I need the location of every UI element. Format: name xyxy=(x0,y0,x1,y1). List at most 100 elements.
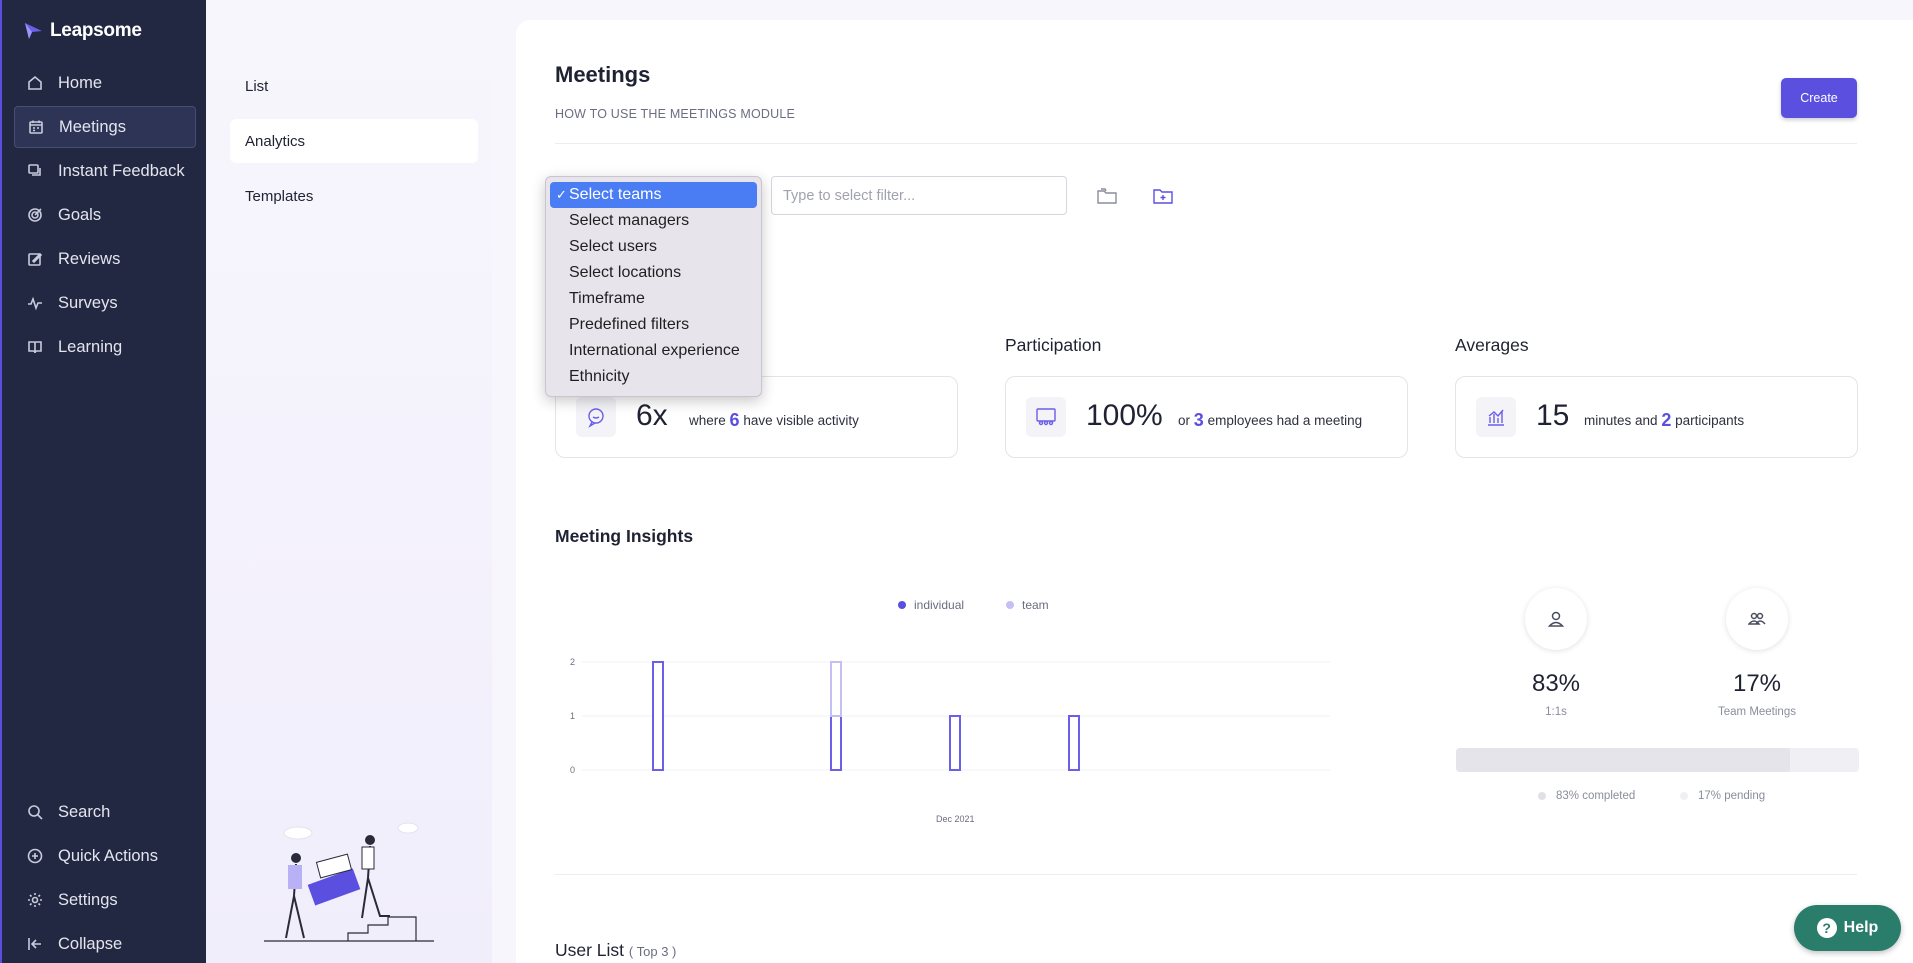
x-axis-label: Dec 2021 xyxy=(936,814,975,824)
leapsome-logo[interactable]: Leapsome xyxy=(24,20,142,42)
bar-individual xyxy=(652,661,664,771)
averages-stat-card: 15 minutes and 2 participants xyxy=(1455,376,1858,458)
add-folder-icon[interactable] xyxy=(1149,182,1177,210)
meeting-insights-chart: 0 1 2 Dec 2021 xyxy=(570,657,1330,824)
stat-prefix: minutes and xyxy=(1584,413,1658,428)
sidebar-item-meetings[interactable]: Meetings xyxy=(14,106,196,148)
subnav-item-list[interactable]: List xyxy=(230,64,478,108)
dropdown-option-label: Predefined filters xyxy=(569,316,690,333)
sub-navigation: List Analytics Templates xyxy=(206,0,492,963)
stat-value: 15 xyxy=(1536,399,1570,432)
completion-progress-bar xyxy=(1456,748,1859,772)
subnav-item-analytics[interactable]: Analytics xyxy=(230,119,478,163)
stat-value: 100% xyxy=(1086,399,1163,432)
stat-number: 6 xyxy=(729,410,740,430)
sidebar-item-instant-feedback[interactable]: Instant Feedback xyxy=(14,150,196,192)
filter-type-dropdown[interactable]: ✓ Select teams Select managers Select users… xyxy=(545,176,762,397)
target-icon xyxy=(26,206,44,224)
meeting-insights-heading: Meeting Insights xyxy=(555,526,694,546)
legend-label: 83% completed xyxy=(1556,790,1636,802)
completed-legend: 83% completed xyxy=(1538,790,1635,802)
dropdown-option[interactable]: International experience xyxy=(550,338,757,364)
bar-individual xyxy=(949,715,961,771)
legend-label: 17% pending xyxy=(1698,790,1766,802)
sidebar-item-label: Collapse xyxy=(58,934,123,953)
stat-number: 3 xyxy=(1193,410,1204,430)
sidebar-item-quick-actions[interactable]: Quick Actions xyxy=(14,835,196,877)
team-meetings-percentage: 17% xyxy=(1732,670,1782,697)
stat-suffix: participants xyxy=(1675,413,1745,428)
sidebar-item-collapse[interactable]: Collapse xyxy=(14,923,196,963)
dropdown-option-label: Select managers xyxy=(569,212,690,229)
stat-suffix: have visible activity xyxy=(743,413,859,428)
stat-number: 2 xyxy=(1661,410,1672,430)
dropdown-option[interactable]: Select users xyxy=(550,234,757,260)
subnav-item-label: Analytics xyxy=(245,132,306,150)
sidebar-item-goals[interactable]: Goals xyxy=(14,194,196,236)
completion-progress-fill xyxy=(1456,748,1791,772)
sidebar-item-label: Quick Actions xyxy=(58,846,158,865)
dropdown-option[interactable]: Ethnicity xyxy=(550,364,757,390)
collapse-icon xyxy=(26,935,44,953)
leapsome-logo-icon xyxy=(25,23,42,39)
main-content: Meetings HOW TO USE THE MEETINGS MODULE … xyxy=(516,20,1913,963)
sidebar-item-learning[interactable]: Learning xyxy=(14,326,196,368)
sidebar-item-label: Instant Feedback xyxy=(58,161,185,180)
help-icon: ? xyxy=(1816,918,1837,938)
stat-description: or 3 employees had a meeting xyxy=(1178,409,1362,430)
bar-individual xyxy=(830,715,842,771)
group-icon xyxy=(1726,588,1788,650)
edit-icon xyxy=(26,250,44,268)
pending-legend: 17% pending xyxy=(1680,790,1765,802)
help-button[interactable]: ? Help xyxy=(1794,905,1901,951)
y-tick-label: 0 xyxy=(570,765,575,775)
sidebar-item-label: Learning xyxy=(58,337,123,356)
app-name: Leapsome xyxy=(50,20,142,41)
sidebar-item-settings[interactable]: Settings xyxy=(14,879,196,921)
subnav-item-templates[interactable]: Templates xyxy=(230,174,478,218)
sidebar-item-label: Surveys xyxy=(58,293,118,312)
create-button[interactable]: Create xyxy=(1781,78,1857,118)
stat-description: where 6 have visible activity xyxy=(689,409,859,430)
team-meetings-label: Team Meetings xyxy=(1718,706,1796,718)
meeting-room-icon xyxy=(1026,397,1066,437)
y-tick-label: 1 xyxy=(570,711,575,721)
search-icon xyxy=(26,803,44,821)
dropdown-option[interactable]: Select locations xyxy=(550,260,757,286)
bar-chart-icon xyxy=(1476,397,1516,437)
stat-suffix: employees had a meeting xyxy=(1207,413,1363,428)
sidebar: Leapsome Home Meetings Instant Feedback … xyxy=(0,0,206,963)
checkmark-icon: ✓ xyxy=(556,187,567,202)
dropdown-option-label: Select locations xyxy=(569,264,682,281)
home-icon xyxy=(26,74,44,92)
dropdown-option[interactable]: ✓ Select teams xyxy=(550,182,757,208)
dropdown-option-label: Timeframe xyxy=(569,290,645,307)
sidebar-item-surveys[interactable]: Surveys xyxy=(14,282,196,324)
sidebar-item-label: Goals xyxy=(58,205,102,224)
person-icon xyxy=(1525,588,1587,650)
user-list-heading: User List ( Top 3 ) xyxy=(555,940,676,961)
sidebar-item-home[interactable]: Home xyxy=(14,62,196,104)
dropdown-option[interactable]: Predefined filters xyxy=(550,312,757,338)
user-list-title: User List xyxy=(555,940,625,960)
section-divider xyxy=(555,874,1857,875)
dropdown-option-label: Select teams xyxy=(569,186,662,203)
participation-heading: Participation xyxy=(1005,335,1102,355)
averages-heading: Averages xyxy=(1455,335,1529,355)
feedback-icon xyxy=(26,162,44,180)
calendar-icon xyxy=(27,118,45,136)
how-to-use-link[interactable]: HOW TO USE THE MEETINGS MODULE xyxy=(555,107,795,121)
sidebar-item-reviews[interactable]: Reviews xyxy=(14,238,196,280)
subnav-item-label: Templates xyxy=(245,187,314,205)
dropdown-option-label: Select users xyxy=(569,238,658,255)
filter-search-input[interactable]: Type to select filter... xyxy=(771,176,1067,215)
help-label: Help xyxy=(1843,919,1879,936)
dropdown-option[interactable]: Select managers xyxy=(550,208,757,234)
legend-dot xyxy=(1680,792,1688,800)
stat-description: minutes and 2 participants xyxy=(1584,409,1744,430)
folder-icon[interactable] xyxy=(1093,182,1121,210)
sidebar-item-search[interactable]: Search xyxy=(14,791,196,833)
stat-value: 6x xyxy=(636,399,668,432)
dropdown-option[interactable]: Timeframe xyxy=(550,286,757,312)
sidebar-item-label: Meetings xyxy=(59,117,126,136)
